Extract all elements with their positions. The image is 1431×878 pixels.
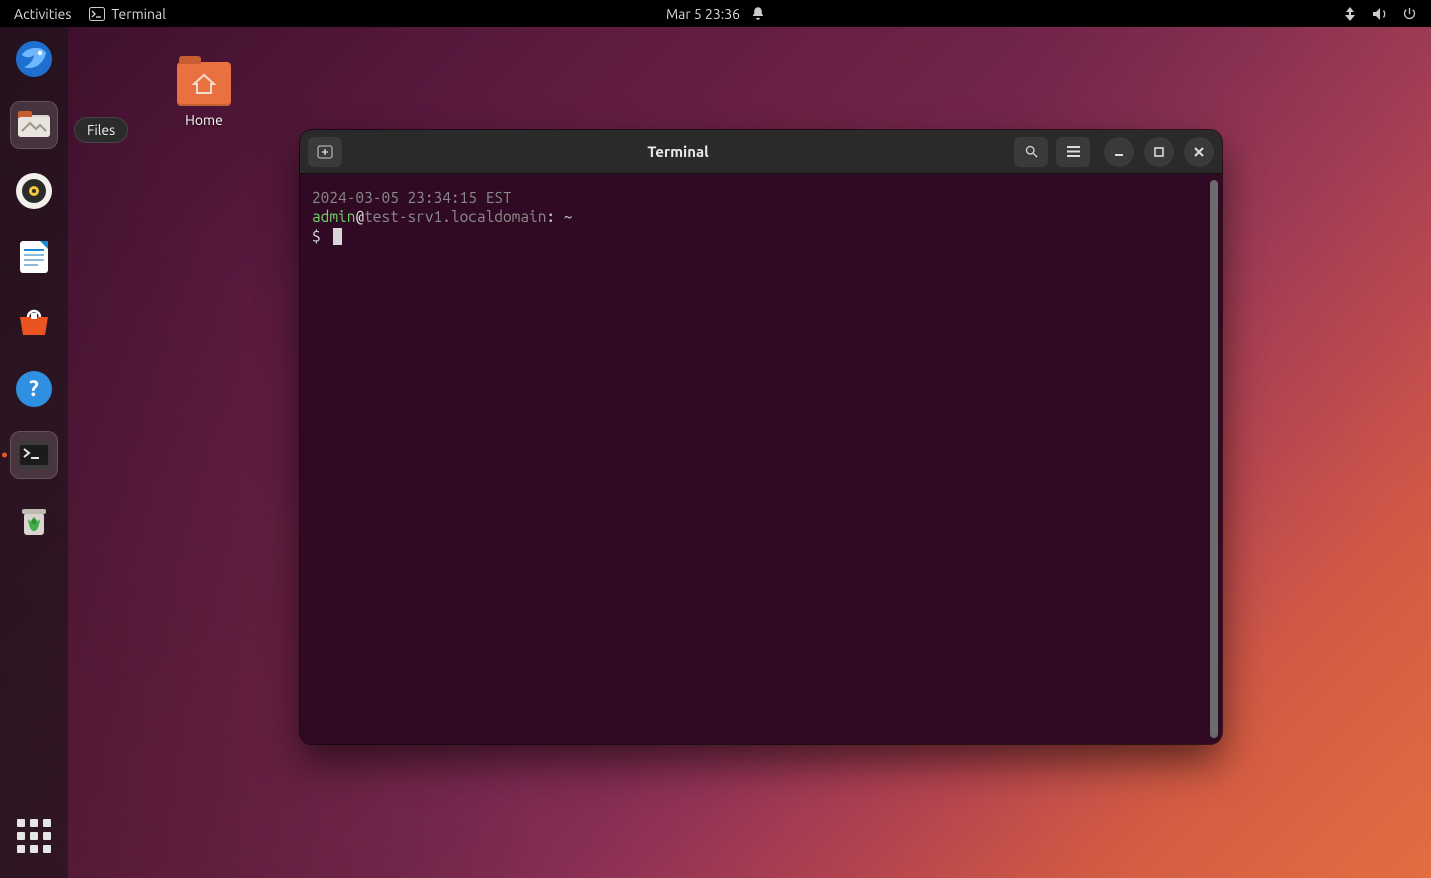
dock-tooltip: Files: [74, 117, 128, 143]
terminal-small-icon: [89, 7, 105, 21]
window-titlebar[interactable]: Terminal: [300, 130, 1222, 174]
current-app-indicator[interactable]: Terminal: [89, 6, 166, 22]
dock-item-files[interactable]: [10, 101, 58, 149]
hamburger-icon: [1066, 145, 1081, 158]
window-title: Terminal: [350, 143, 1006, 160]
dock-item-libreoffice-writer[interactable]: [10, 233, 58, 281]
search-button[interactable]: [1014, 137, 1048, 167]
terminal-input-line[interactable]: $: [312, 227, 1210, 246]
help-icon: ?: [14, 369, 54, 409]
writer-icon: [14, 237, 54, 277]
network-icon[interactable]: [1342, 7, 1358, 21]
terminal-timestamp: 2024-03-05 23:34:15 EST: [312, 188, 1210, 207]
current-app-label: Terminal: [111, 6, 166, 22]
top-bar: Activities Terminal Mar 5 23:36: [0, 0, 1431, 27]
dock-item-terminal[interactable]: [10, 431, 58, 479]
hamburger-menu-button[interactable]: [1056, 137, 1090, 167]
close-icon: [1193, 146, 1205, 158]
terminal-window: Terminal 2024-03-05 23:34:15 EST admin@t…: [300, 130, 1222, 744]
close-button[interactable]: [1184, 137, 1214, 167]
rhythmbox-icon: [14, 171, 54, 211]
power-icon[interactable]: [1402, 6, 1417, 21]
software-icon: [14, 303, 54, 343]
maximize-button[interactable]: [1144, 137, 1174, 167]
thunderbird-icon: [14, 39, 54, 79]
dock-item-help[interactable]: ?: [10, 365, 58, 413]
dock: ?: [0, 27, 68, 878]
search-icon: [1024, 144, 1039, 159]
dock-item-trash[interactable]: [10, 497, 58, 545]
minimize-button[interactable]: [1104, 137, 1134, 167]
cursor-icon: [333, 228, 342, 245]
terminal-icon: [14, 435, 54, 475]
desktop-icon-home[interactable]: Home: [172, 62, 236, 128]
notification-bell-icon[interactable]: [750, 6, 765, 21]
minimize-icon: [1113, 146, 1125, 158]
activities-button[interactable]: Activities: [14, 6, 71, 22]
show-applications-button[interactable]: [10, 812, 58, 860]
svg-text:?: ?: [29, 376, 39, 401]
terminal-body[interactable]: 2024-03-05 23:34:15 EST admin@test-srv1.…: [300, 174, 1222, 744]
terminal-prompt-line: admin@test-srv1.localdomain: ~: [312, 207, 1210, 226]
volume-icon[interactable]: [1372, 7, 1388, 21]
files-icon: [14, 105, 54, 145]
dock-item-rhythmbox[interactable]: [10, 167, 58, 215]
terminal-scrollbar[interactable]: [1210, 180, 1218, 738]
clock[interactable]: Mar 5 23:36: [666, 6, 740, 22]
desktop-icon-label: Home: [185, 112, 223, 128]
dock-item-software[interactable]: [10, 299, 58, 347]
folder-icon: [177, 62, 231, 106]
dock-item-thunderbird[interactable]: [10, 35, 58, 83]
new-tab-button[interactable]: [308, 137, 342, 167]
trash-icon: [14, 501, 54, 541]
maximize-icon: [1153, 146, 1165, 158]
